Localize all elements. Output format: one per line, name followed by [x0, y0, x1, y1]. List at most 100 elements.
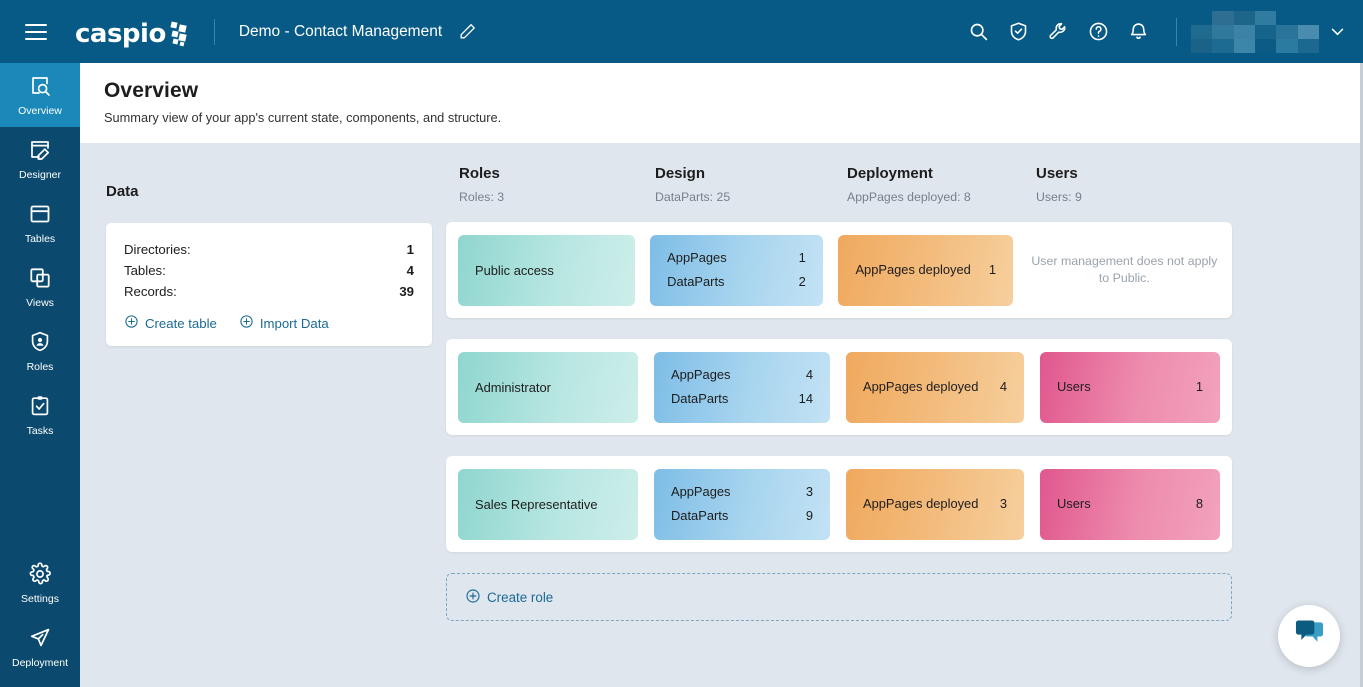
sidebar-item-roles[interactable]: Roles [0, 319, 80, 383]
sidebar-item-tasks[interactable]: Tasks [0, 383, 80, 447]
sidebar-item-settings[interactable]: Settings [0, 551, 80, 615]
main-content: Data Directories: 1 Tables: 4 Records: 3… [80, 143, 1363, 687]
sidebar-item-designer[interactable]: Designer [0, 127, 80, 191]
design-apppages-label: AppPages [671, 484, 731, 500]
data-card: Directories: 1 Tables: 4 Records: 39 Cre… [106, 223, 432, 346]
data-row-label: Directories: [124, 242, 191, 257]
users-value: 8 [1195, 496, 1203, 512]
design-apppages-row: AppPages 1 [667, 246, 806, 270]
divider [1176, 17, 1177, 46]
column-title: Deployment [847, 165, 933, 182]
deployment-row: AppPages deployed 4 [863, 375, 1007, 399]
sidebar-item-label: Overview [18, 104, 62, 117]
user-name-redacted[interactable] [1191, 10, 1319, 53]
chevron-down-icon[interactable] [1319, 23, 1355, 40]
data-section-title: Data [106, 183, 139, 200]
create-role-button[interactable]: Create role [446, 573, 1232, 621]
create-table-link[interactable]: Create table [124, 314, 217, 332]
role-name-tile[interactable]: Administrator [458, 351, 638, 423]
role-name-tile[interactable]: Sales Representative [458, 468, 638, 540]
design-dataparts-value: 14 [798, 391, 813, 406]
users-label: Users [1057, 496, 1091, 512]
plus-circle-icon [239, 314, 254, 332]
design-apppages-label: AppPages [671, 367, 731, 383]
logo-dots-icon [170, 20, 188, 46]
deployment-tile[interactable]: AppPages deployed 1 [838, 234, 1014, 306]
top-bar: caspio Demo - Contact Management [0, 0, 1363, 63]
sidebar-item-label: Tasks [26, 424, 54, 437]
sidebar-item-label: Views [26, 296, 54, 309]
sidebar-item-label: Roles [26, 360, 54, 373]
sidebar-item-tables[interactable]: Tables [0, 191, 80, 255]
hamburger-icon[interactable] [25, 23, 47, 40]
help-circle-icon[interactable] [1078, 12, 1118, 52]
users-row: Users 8 [1057, 492, 1203, 516]
roles-list: Public access AppPages 1 DataParts 2 App… [446, 222, 1246, 621]
column-summary: AppPages deployed: 8 [847, 190, 971, 204]
deployment-label: AppPages deployed [863, 496, 979, 512]
role-row-public-access[interactable]: Public access AppPages 1 DataParts 2 App… [446, 222, 1232, 318]
column-header-users: Users Users: 9 [1036, 165, 1082, 204]
data-row: Tables: 4 [124, 260, 414, 281]
design-dataparts-value: 2 [798, 274, 806, 289]
design-dataparts-label: DataParts [667, 274, 725, 289]
design-apppages-value: 3 [805, 484, 813, 500]
design-dataparts-value: 9 [805, 508, 813, 523]
design-tile[interactable]: AppPages 4 DataParts 14 [654, 351, 830, 423]
users-tile[interactable]: Users 8 [1040, 468, 1220, 540]
app-title: Demo - Contact Management [238, 22, 443, 40]
logo-text: caspio [75, 18, 166, 49]
wrench-icon[interactable] [1038, 12, 1078, 52]
users-value: 1 [1195, 379, 1203, 395]
design-tile[interactable]: AppPages 3 DataParts 9 [654, 468, 830, 540]
plus-circle-icon [465, 588, 481, 607]
deployment-tile[interactable]: AppPages deployed 4 [846, 351, 1024, 423]
design-dataparts-row: DataParts 2 [667, 270, 806, 294]
table-icon [28, 202, 52, 231]
deployment-value: 1 [988, 262, 997, 278]
sidebar-item-label: Deployment [11, 656, 69, 669]
role-row-administrator[interactable]: Administrator AppPages 4 DataParts 14 Ap… [446, 339, 1232, 435]
search-icon[interactable] [958, 12, 998, 52]
page-header: Overview Summary view of your app's curr… [80, 63, 1363, 143]
column-summary: DataParts: 25 [655, 190, 731, 204]
data-actions: Create table Import Data [124, 314, 414, 332]
column-title: Design [655, 165, 706, 182]
shield-check-icon[interactable] [998, 12, 1038, 52]
deployment-value: 4 [999, 379, 1007, 395]
page-subtitle: Summary view of your app's current state… [104, 110, 502, 125]
sidebar-bottom-group: Settings Deployment [0, 551, 80, 679]
design-apppages-value: 4 [805, 367, 813, 383]
import-data-link[interactable]: Import Data [239, 314, 329, 332]
users-label: Users [1057, 379, 1091, 395]
role-row-sales-representative[interactable]: Sales Representative AppPages 3 DataPart… [446, 456, 1232, 552]
gear-icon [28, 562, 52, 591]
sidebar-item-views[interactable]: Views [0, 255, 80, 319]
data-row-value: 4 [406, 263, 414, 278]
sidebar-item-deployment[interactable]: Deployment [0, 615, 80, 679]
design-apppages-value: 1 [798, 250, 806, 266]
column-header-deployment: Deployment AppPages deployed: 8 [847, 165, 971, 204]
page-title: Overview [104, 79, 199, 102]
create-role-link: Create role [465, 588, 553, 607]
pencil-icon[interactable] [458, 22, 477, 41]
app-root: caspio Demo - Contact Management Overvie… [0, 0, 1363, 687]
paper-plane-icon [28, 626, 52, 655]
design-tile[interactable]: AppPages 1 DataParts 2 [650, 234, 823, 306]
column-header-roles: Roles Roles: 3 [459, 165, 504, 204]
users-not-applicable-note: User management does not apply to Public… [1031, 254, 1218, 285]
bell-icon[interactable] [1118, 12, 1158, 52]
create-role-label: Create role [487, 589, 554, 605]
tasks-clipboard-icon [28, 394, 52, 423]
chat-support-button[interactable] [1278, 605, 1340, 667]
role-name-tile[interactable]: Public access [458, 234, 635, 306]
deployment-tile[interactable]: AppPages deployed 3 [846, 468, 1024, 540]
users-tile[interactable]: Users 1 [1040, 351, 1220, 423]
views-stack-icon [28, 266, 52, 295]
top-bar-actions [958, 0, 1363, 63]
sidebar-item-overview[interactable]: Overview [0, 63, 80, 127]
sidebar-item-label: Designer [18, 168, 62, 181]
design-dataparts-row: DataParts 9 [671, 504, 813, 528]
designer-pencil-icon [28, 138, 52, 167]
role-name: Administrator [475, 379, 551, 395]
